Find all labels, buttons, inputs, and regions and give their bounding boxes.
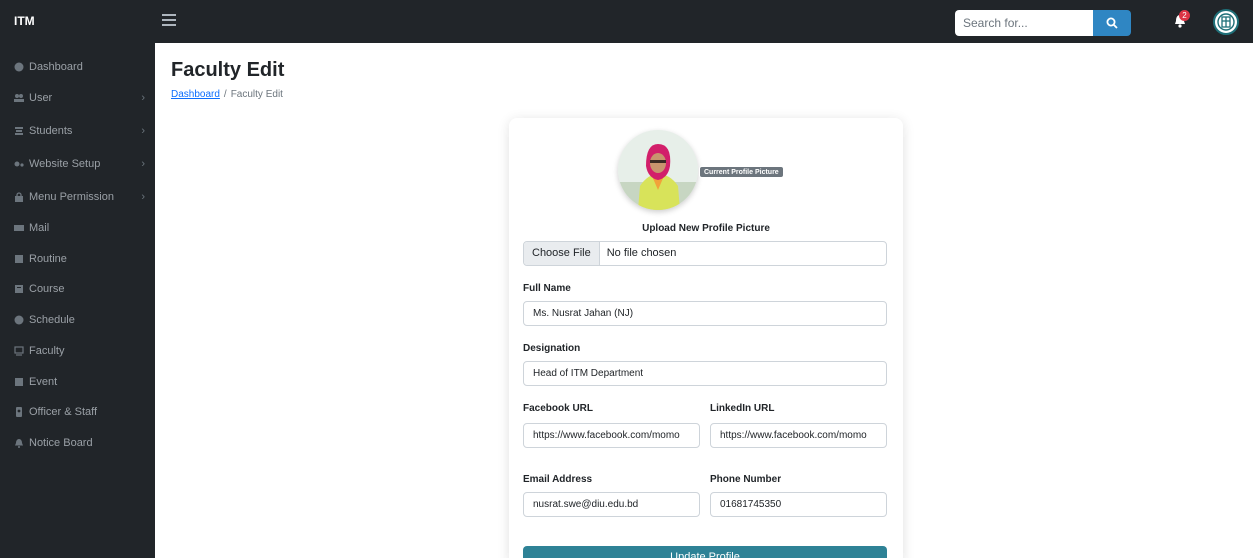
choose-file-button[interactable]: Choose File bbox=[524, 242, 600, 265]
full-name-label: Full Name bbox=[523, 283, 571, 294]
breadcrumb-current: Faculty Edit bbox=[230, 89, 283, 100]
sidebar-item-routine[interactable]: Routine bbox=[0, 244, 155, 274]
chevron-right-icon: › bbox=[141, 125, 145, 137]
sidebar-item-label: Website Setup bbox=[29, 158, 101, 170]
profile-picture-file-input[interactable]: Choose File No file chosen bbox=[523, 241, 887, 266]
chevron-right-icon: › bbox=[141, 158, 145, 170]
sidebar-item-label: Course bbox=[29, 283, 65, 295]
upload-picture-label: Upload New Profile Picture bbox=[642, 223, 770, 234]
user-avatar[interactable] bbox=[1213, 9, 1239, 35]
breadcrumb: Dashboard / Faculty Edit bbox=[171, 89, 283, 100]
breadcrumb-home-link[interactable]: Dashboard bbox=[171, 89, 220, 100]
designation-field[interactable]: Head of ITM Department bbox=[523, 361, 887, 386]
facebook-url-field[interactable]: https://www.facebook.com/momo bbox=[523, 423, 700, 448]
sidebar-item-faculty[interactable]: Faculty bbox=[0, 336, 155, 366]
sidebar-item-label: Notice Board bbox=[29, 437, 93, 449]
linkedin-url-field[interactable]: https://www.facebook.com/momo bbox=[710, 423, 887, 448]
brand-name[interactable]: ITM bbox=[14, 14, 35, 28]
email-field[interactable]: nusrat.swe@diu.edu.bd bbox=[523, 492, 700, 517]
email-label: Email Address bbox=[523, 474, 593, 485]
sidebar-item-website-setup[interactable]: Website Setup › bbox=[0, 149, 155, 179]
sidebar-item-mail[interactable]: Mail bbox=[0, 213, 155, 243]
sidebar-item-label: Students bbox=[29, 125, 73, 137]
chalkboard-icon bbox=[14, 346, 24, 356]
linkedin-url-label: LinkedIn URL bbox=[710, 403, 775, 414]
sidebar-item-schedule[interactable]: Schedule bbox=[0, 305, 155, 335]
full-name-field[interactable]: Ms. Nusrat Jahan (NJ) bbox=[523, 301, 887, 326]
search-icon bbox=[1106, 17, 1118, 29]
students-icon bbox=[15, 127, 23, 135]
sidebar-item-menu-permission[interactable]: Menu Permission › bbox=[0, 182, 155, 212]
chevron-right-icon: › bbox=[141, 191, 145, 203]
lock-icon bbox=[15, 192, 23, 202]
sidebar-item-label: Routine bbox=[29, 253, 67, 265]
sidebar-item-dashboard[interactable]: Dashboard bbox=[0, 52, 155, 82]
sidebar-toggle-button[interactable] bbox=[162, 11, 176, 27]
sidebar-item-label: Schedule bbox=[29, 314, 75, 326]
sidebar-item-notice-board[interactable]: Notice Board bbox=[0, 428, 155, 458]
sidebar-item-officer-staff[interactable]: Officer & Staff bbox=[0, 397, 155, 427]
clock-icon bbox=[14, 315, 24, 325]
mail-icon bbox=[14, 225, 24, 231]
dashboard-icon bbox=[14, 62, 24, 72]
sidebar-item-label: Faculty bbox=[29, 345, 65, 357]
chevron-right-icon: › bbox=[141, 92, 145, 104]
facebook-url-label: Facebook URL bbox=[523, 403, 594, 414]
book-icon bbox=[15, 285, 23, 293]
sidebar-item-label: User bbox=[29, 92, 53, 104]
search-input[interactable] bbox=[955, 10, 1093, 36]
sidebar-item-label: Mail bbox=[29, 222, 50, 234]
sidebar-item-label: Dashboard bbox=[29, 61, 83, 73]
page-title: Faculty Edit bbox=[171, 59, 285, 81]
users-icon bbox=[14, 94, 24, 102]
profile-photo-image bbox=[618, 130, 698, 210]
update-profile-button[interactable]: Update Profile bbox=[523, 546, 887, 558]
sidebar-item-course[interactable]: Course bbox=[0, 274, 155, 304]
event-icon bbox=[15, 378, 23, 386]
current-picture-badge: Current Profile Picture bbox=[699, 166, 784, 178]
sidebar-item-students[interactable]: Students › bbox=[0, 116, 155, 146]
phone-field[interactable]: 01681745350 bbox=[710, 492, 887, 517]
top-navbar: ITM 2 bbox=[0, 0, 1253, 43]
search-button[interactable] bbox=[1093, 10, 1131, 36]
setup-icon bbox=[14, 161, 24, 167]
sidebar-item-label: Menu Permission bbox=[29, 191, 114, 203]
bell-icon bbox=[15, 439, 23, 448]
breadcrumb-separator: / bbox=[223, 89, 227, 100]
sidebar-item-label: Officer & Staff bbox=[29, 406, 98, 418]
file-status-text: No file chosen bbox=[606, 247, 677, 259]
phone-label: Phone Number bbox=[710, 474, 782, 485]
profile-picture bbox=[618, 130, 698, 210]
notification-count-badge: 2 bbox=[1179, 10, 1190, 21]
calendar-icon bbox=[15, 255, 23, 263]
sidebar: Dashboard User › Students › Website Setu… bbox=[0, 43, 155, 558]
institution-logo-icon bbox=[1217, 13, 1235, 31]
designation-label: Designation bbox=[523, 343, 581, 354]
sidebar-item-event[interactable]: Event bbox=[0, 367, 155, 397]
sidebar-item-user[interactable]: User › bbox=[0, 83, 155, 113]
search-form bbox=[955, 10, 1131, 36]
id-badge-icon bbox=[16, 407, 22, 417]
sidebar-item-label: Event bbox=[29, 376, 58, 388]
